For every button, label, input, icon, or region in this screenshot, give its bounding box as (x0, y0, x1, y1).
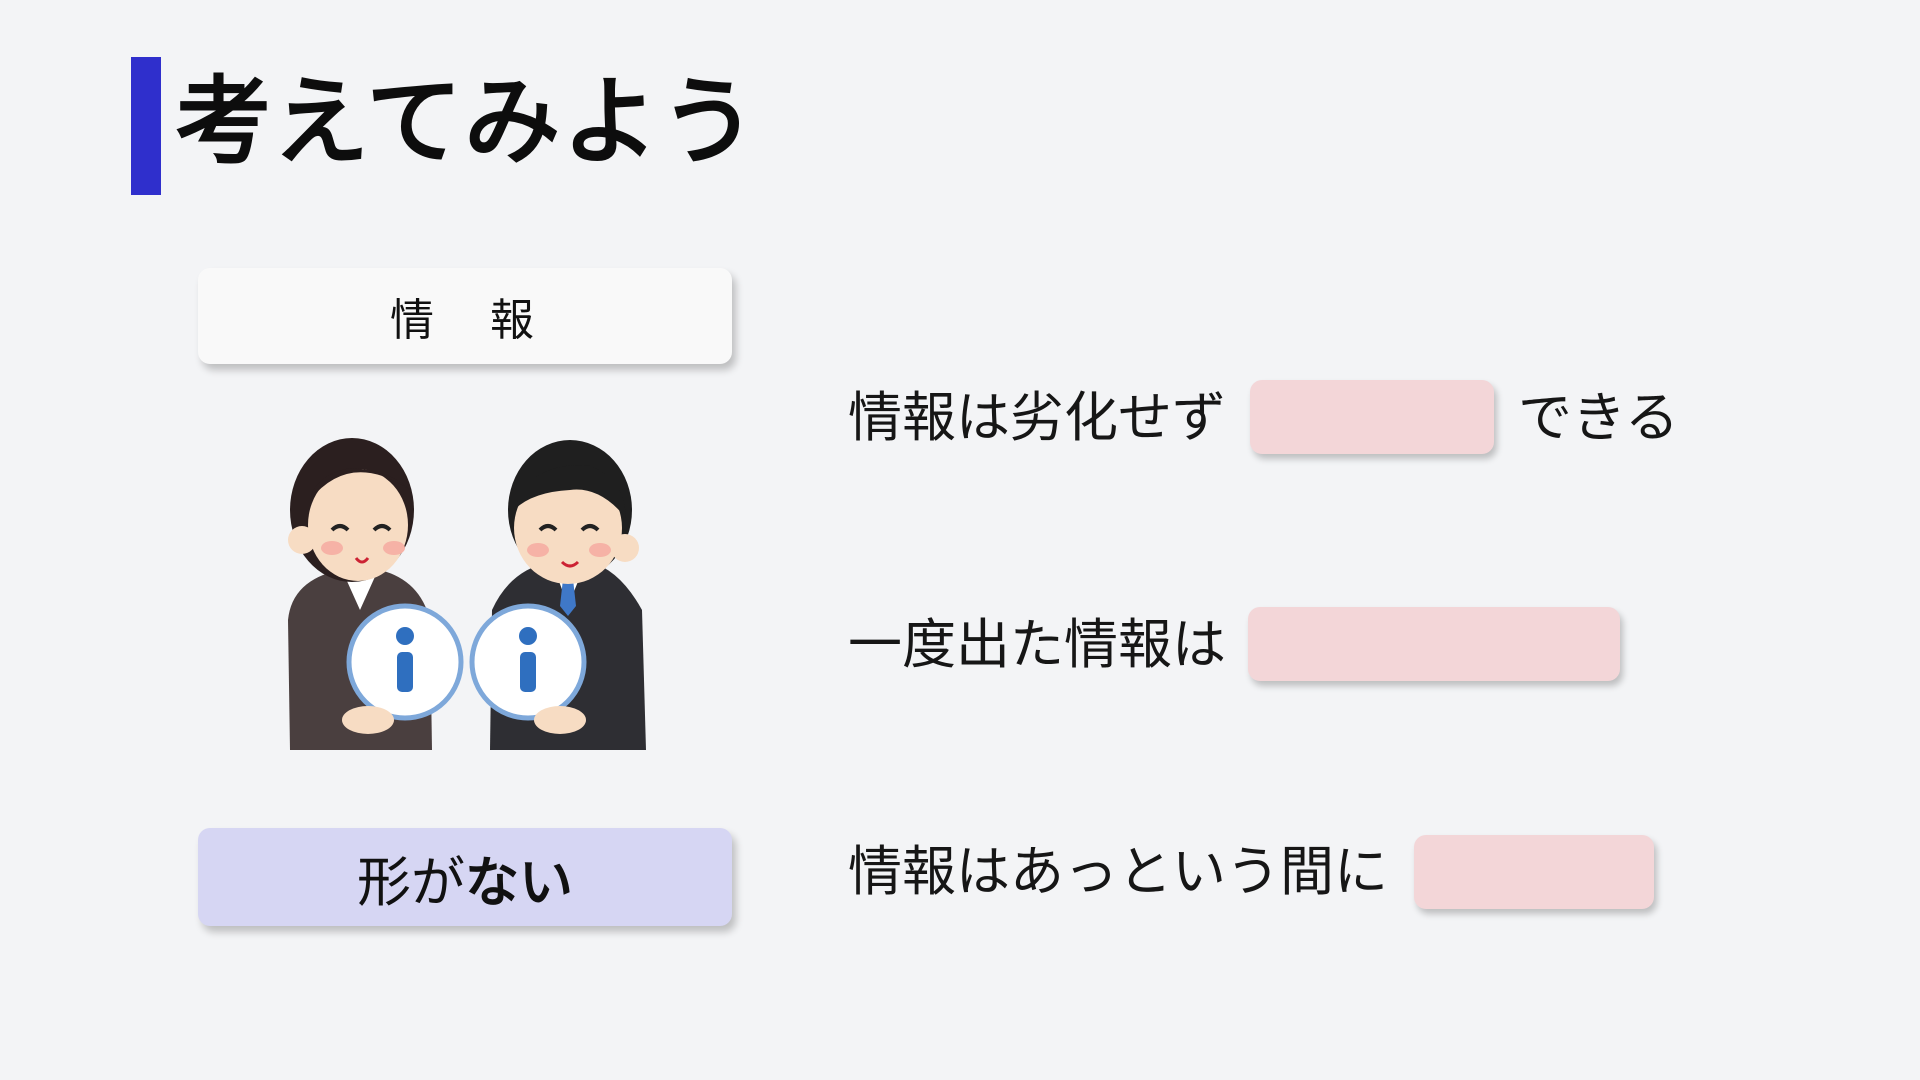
answer-blank-3[interactable] (1414, 835, 1654, 909)
sentence-1-after: できる (1518, 386, 1679, 449)
info-label: 情 報 (390, 295, 540, 346)
shape-label-emphasis: ない (465, 850, 573, 914)
shape-label-prefix: 形が (357, 850, 465, 914)
shape-label-box: 形が ない (198, 828, 732, 926)
answer-blank-1[interactable] (1250, 380, 1494, 454)
info-label-box: 情 報 (198, 268, 732, 364)
info-icon (346, 603, 464, 721)
answer-blank-2[interactable] (1248, 607, 1620, 681)
sentence-1-before: 情報は劣化せず (848, 386, 1226, 449)
sentence-2: 一度出た情報は (848, 613, 1226, 676)
page-title: 考えてみよう (175, 66, 759, 178)
hand (534, 706, 586, 734)
sentence-3: 情報はあっという間に (848, 840, 1388, 903)
business-people-illustration (288, 438, 646, 750)
hand (342, 706, 394, 734)
title-accent-bar (131, 57, 161, 195)
info-icon (469, 603, 587, 721)
